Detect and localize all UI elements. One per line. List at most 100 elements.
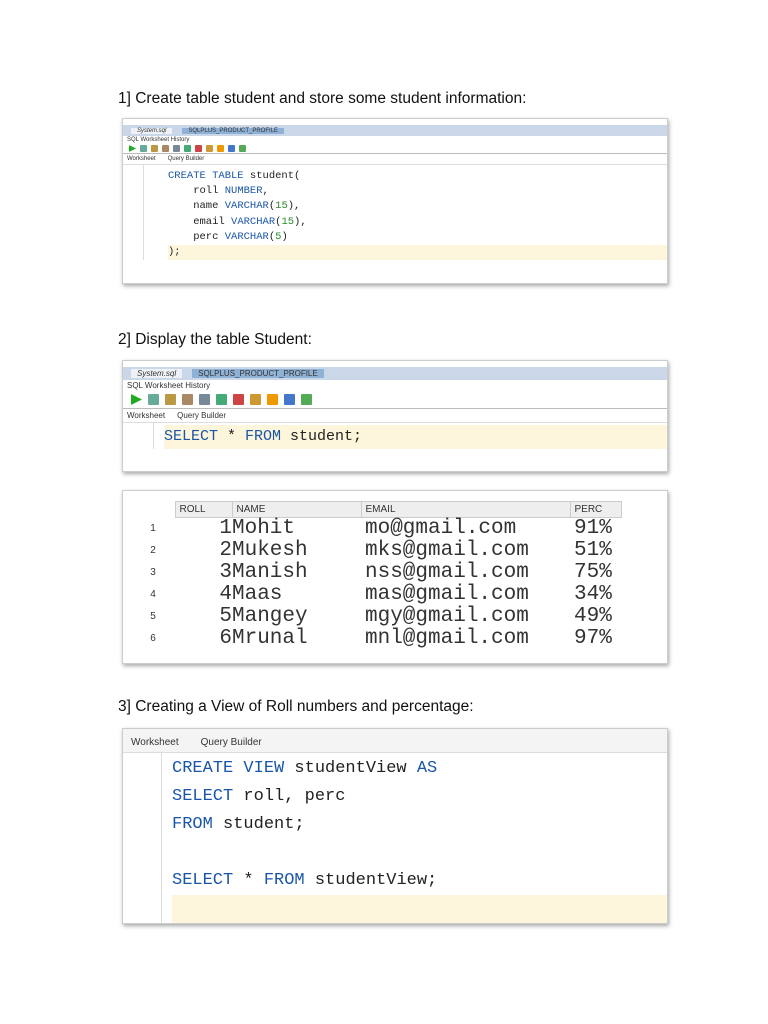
perc-cell: 51% (574, 539, 612, 562)
toolbar (123, 391, 667, 408)
column-header-perc[interactable]: PERC (569, 501, 622, 518)
autotrace-icon[interactable] (184, 145, 191, 152)
tab-history[interactable]: History (185, 381, 210, 390)
clear-icon[interactable] (233, 394, 244, 405)
email-cell: nss@gmail.com (365, 561, 529, 584)
results-grid: ROLL NAME EMAIL PERC 1 1 Mohit mo@gmail.com 91%… (122, 490, 668, 664)
code-token: ), (294, 215, 307, 228)
perc-cell: 49% (574, 605, 612, 628)
code-token: roll, perc (233, 787, 346, 806)
table-row[interactable]: 4 4 Maas mas@gmail.com 34% (131, 584, 621, 606)
sql-keyword: NUMBER (224, 185, 263, 198)
sql-tuning-icon[interactable] (250, 394, 261, 405)
tab-sql-worksheet[interactable]: SQL Worksheet (127, 137, 169, 143)
run-script-icon[interactable] (148, 394, 159, 405)
explain-icon[interactable] (199, 394, 210, 405)
tab-sqlplus-product-profile[interactable]: SQLPLUS_PRODUCT_PROFILE (192, 369, 324, 378)
table-row[interactable]: 3 3 Manish nss@gmail.com 75% (131, 562, 621, 584)
rollback-icon[interactable] (162, 145, 169, 152)
tab-worksheet[interactable]: Worksheet (127, 156, 156, 162)
table-row[interactable]: 2 2 Mukesh mks@gmail.com 51% (131, 540, 621, 562)
sql-keyword: AS (416, 759, 438, 778)
roll-cell: 1 (219, 517, 232, 540)
roll-cell: 6 (219, 627, 232, 650)
tab-query-builder[interactable]: Query Builder (201, 737, 262, 748)
code-token: email (168, 215, 232, 228)
table-row[interactable]: 5 5 Mangey mgy@gmail.com 49% (131, 606, 621, 628)
sql-editor[interactable]: SELECT * FROM student; (153, 423, 667, 449)
tab-history[interactable]: History (171, 137, 190, 143)
eraser-icon[interactable] (267, 394, 278, 405)
run-icon[interactable] (129, 145, 136, 152)
sql-keyword: VARCHAR (224, 230, 269, 243)
row-number: 5 (150, 611, 156, 622)
roll-cell: 5 (219, 605, 232, 628)
code-line: email VARCHAR(15), (168, 215, 667, 230)
tab-system-sql[interactable]: System.sql (131, 127, 173, 134)
tab-sql-worksheet[interactable]: SQL Worksheet (127, 381, 183, 390)
format-icon[interactable] (239, 145, 246, 152)
sql-editor[interactable]: CREATE TABLE student( roll NUMBER, name … (143, 165, 667, 261)
column-header-email[interactable]: EMAIL (360, 501, 571, 518)
sql-keyword: VARCHAR (231, 215, 276, 228)
screenshot-create-table: System.sql SQLPLUS_PRODUCT_PROFILE SQL W… (122, 118, 668, 284)
tab-worksheet[interactable]: Worksheet (131, 737, 179, 748)
tab-worksheet[interactable]: Worksheet (127, 411, 165, 420)
run-script-icon[interactable] (140, 145, 147, 152)
file-tabs: System.sql SQLPLUS_PRODUCT_PROFILE (123, 125, 667, 136)
sub-tabs: SQL Worksheet History (123, 136, 667, 144)
code-token: name (168, 200, 225, 213)
row-number: 4 (150, 589, 156, 600)
tab-query-builder[interactable]: Query Builder (168, 156, 205, 162)
editor-tabs: Worksheet Query Builder (123, 729, 667, 753)
sql-keyword: CREATE VIEW (172, 759, 285, 778)
explain-icon[interactable] (173, 145, 180, 152)
code-token: studentView; (304, 871, 438, 890)
column-header-roll[interactable]: ROLL (174, 501, 233, 518)
tab-system-sql[interactable]: System.sql (131, 369, 183, 378)
commit-icon[interactable] (165, 394, 176, 405)
sql-tuning-icon[interactable] (206, 145, 213, 152)
heading-1: 1] Create table student and store some s… (118, 90, 527, 107)
tab-query-builder[interactable]: Query Builder (177, 411, 226, 420)
code-token: ) (281, 230, 288, 243)
code-token: roll (168, 185, 225, 198)
code-token: * (218, 428, 246, 445)
email-cell: mgy@gmail.com (365, 605, 529, 628)
table-row[interactable]: 1 1 Mohit mo@gmail.com 91% (131, 518, 621, 541)
table-row[interactable]: 6 6 Mrunal mnl@gmail.com 97% (131, 628, 621, 650)
code-line: SELECT roll, perc (172, 783, 667, 811)
sql-keyword: SELECT (164, 428, 219, 445)
row-number: 3 (150, 567, 156, 578)
name-cell: Manish (232, 561, 308, 584)
clear-icon[interactable] (195, 145, 202, 152)
history-icon[interactable] (284, 394, 295, 405)
code-token: 15 (275, 200, 288, 213)
tab-sqlplus-product-profile[interactable]: SQLPLUS_PRODUCT_PROFILE (182, 127, 285, 134)
screenshot-select: System.sql SQLPLUS_PRODUCT_PROFILE SQL W… (122, 360, 668, 472)
format-icon[interactable] (301, 394, 312, 405)
column-header-name[interactable]: NAME (231, 501, 362, 518)
toolbar (123, 144, 667, 153)
code-line: name VARCHAR(15), (168, 199, 667, 214)
autotrace-icon[interactable] (216, 394, 227, 405)
code-token: , (262, 185, 269, 198)
code-line: perc VARCHAR(5) (168, 230, 667, 245)
code-line: ); (168, 245, 667, 261)
code-line: FROM student; (172, 811, 667, 839)
code-token: * (233, 871, 264, 890)
run-icon[interactable] (131, 394, 142, 405)
rollback-icon[interactable] (182, 394, 193, 405)
code-token: student( (243, 170, 301, 182)
code-token: student; (212, 815, 305, 834)
email-cell: mas@gmail.com (365, 583, 529, 606)
code-token: perc (168, 230, 225, 243)
heading-2: 2] Display the table Student: (118, 331, 312, 348)
eraser-icon[interactable] (217, 145, 224, 152)
roll-cell: 2 (219, 539, 232, 562)
sql-editor[interactable]: CREATE VIEW studentView AS SELECT roll, p… (161, 753, 667, 923)
sql-keyword: FROM (263, 871, 305, 890)
commit-icon[interactable] (151, 145, 158, 152)
history-icon[interactable] (228, 145, 235, 152)
